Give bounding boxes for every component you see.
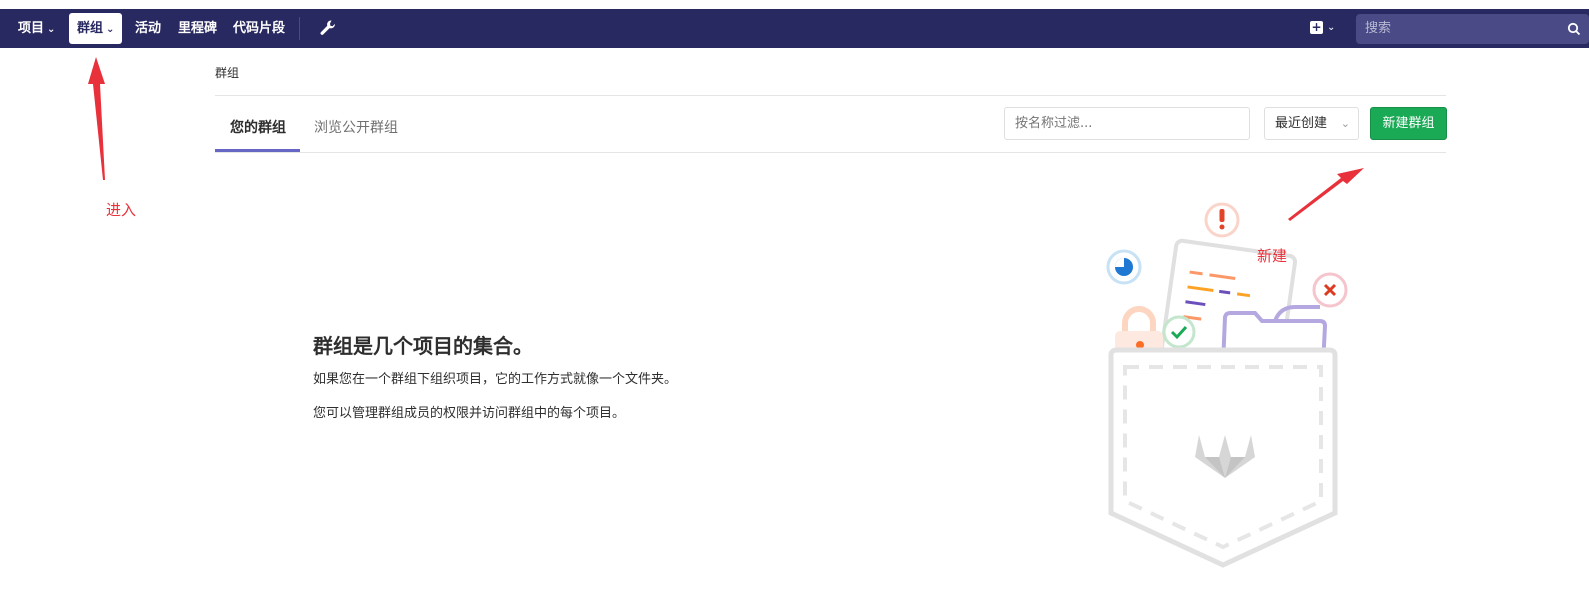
- breadcrumb[interactable]: 群组: [215, 64, 239, 81]
- new-group-button[interactable]: 新建群组: [1370, 107, 1447, 140]
- nav-groups-label: 群组: [77, 21, 104, 36]
- empty-groups-illustration: [1106, 202, 1348, 568]
- annotation-enter: 进入: [106, 201, 137, 219]
- nav-milestones[interactable]: 里程碑: [178, 9, 217, 48]
- nav-divider: [299, 17, 300, 40]
- empty-state-line2: 您可以管理群组成员的权限并访问群组中的每个项目。: [313, 406, 626, 421]
- chevron-down-icon: ⌄: [47, 24, 56, 35]
- search-placeholder: 搜索: [1365, 21, 1392, 36]
- nav-snippets[interactable]: 代码片段: [233, 9, 285, 48]
- chevron-down-icon: ⌄: [1340, 117, 1350, 130]
- nav-projects[interactable]: 项目 ⌄: [18, 9, 55, 48]
- sort-selected-value: 最近创建: [1275, 116, 1328, 131]
- search-icon[interactable]: [1567, 22, 1581, 36]
- chevron-down-icon: ⌄: [106, 24, 115, 35]
- sort-dropdown[interactable]: 最近创建 ⌄: [1264, 107, 1359, 140]
- search-input[interactable]: 搜索: [1356, 14, 1589, 44]
- plus-square-icon: +: [1310, 20, 1323, 34]
- new-dropdown-button[interactable]: + ⌄: [1310, 21, 1335, 37]
- tab-your-groups[interactable]: 您的群组: [230, 117, 286, 137]
- chevron-down-icon: ⌄: [1327, 22, 1336, 33]
- nav-groups[interactable]: 群组 ⌄: [69, 13, 123, 44]
- annotation-arrow-enter: [88, 57, 105, 180]
- tab-explore-public-groups[interactable]: 浏览公开群组: [314, 117, 398, 137]
- nav-projects-label: 项目: [18, 21, 45, 36]
- tabs-divider: [215, 152, 1446, 153]
- top-navbar: 项目 ⌄ 群组 ⌄ 活动 里程碑 代码片段 + ⌄ 搜索: [0, 9, 1589, 48]
- filter-by-name-input[interactable]: [1004, 107, 1250, 140]
- breadcrumb-divider: [215, 95, 1446, 96]
- annotation-create: 新建: [1257, 247, 1288, 265]
- empty-state-title: 群组是几个项目的集合。: [313, 334, 533, 358]
- wrench-icon[interactable]: [318, 19, 336, 37]
- nav-activity[interactable]: 活动: [135, 9, 161, 48]
- empty-state-line1: 如果您在一个群组下组织项目，它的工作方式就像一个文件夹。: [313, 372, 678, 387]
